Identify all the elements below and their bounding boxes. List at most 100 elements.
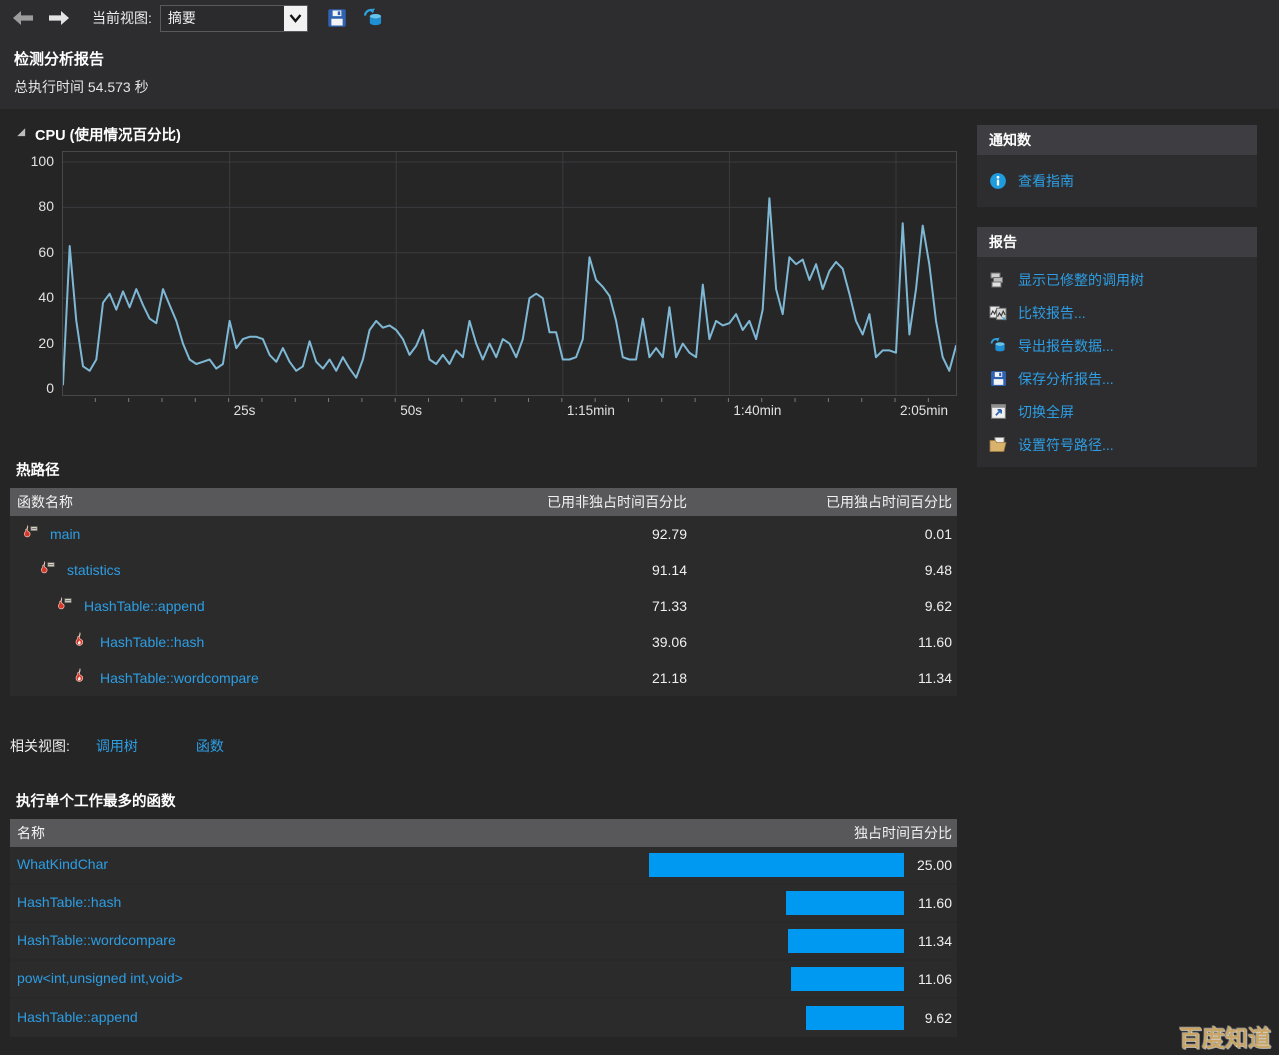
report-action-link[interactable]: 比较报告... bbox=[1018, 303, 1086, 323]
y-axis-tick-label: 100 bbox=[10, 153, 54, 169]
save-icon[interactable] bbox=[324, 5, 350, 31]
y-axis-tick-label: 0 bbox=[10, 380, 54, 396]
inclusive-pct-value: 92.79 bbox=[437, 526, 687, 542]
exclusive-pct-value: 11.60 bbox=[904, 895, 957, 911]
x-axis-tick-label: 25s bbox=[234, 403, 256, 418]
reports-panel: 报告 显示已修整的调用树比较报告...导出报告数据...保存分析报告...切换全… bbox=[977, 227, 1257, 467]
report-action-item[interactable]: 显示已修整的调用树 bbox=[977, 263, 1257, 296]
x-axis-tick-label: 2:05min bbox=[900, 403, 948, 418]
y-axis-tick-label: 80 bbox=[10, 198, 54, 214]
view-select-value: 摘要 bbox=[161, 6, 283, 31]
exclusive-time-bar bbox=[786, 891, 904, 915]
report-action-link[interactable]: 导出报告数据... bbox=[1018, 336, 1114, 356]
top-function-row: HashTable::hash 11.60 bbox=[10, 885, 957, 923]
report-action-link[interactable]: 保存分析报告... bbox=[1018, 369, 1114, 389]
fullscreen-icon bbox=[989, 403, 1007, 421]
y-axis-tick-label: 60 bbox=[10, 244, 54, 260]
function-link[interactable]: HashTable::append bbox=[84, 598, 205, 614]
hot-path-row: HashTable::hash 39.0611.60 bbox=[10, 624, 957, 660]
function-link[interactable]: main bbox=[50, 526, 80, 542]
export-data-icon[interactable] bbox=[360, 5, 386, 31]
chevron-down-icon[interactable] bbox=[283, 6, 307, 31]
function-link[interactable]: HashTable::hash bbox=[100, 634, 204, 650]
inclusive-pct-value: 91.14 bbox=[437, 562, 687, 578]
report-action-item[interactable]: 切换全屏 bbox=[977, 395, 1257, 428]
function-link[interactable]: HashTable::append bbox=[17, 1009, 138, 1025]
export-data-icon bbox=[989, 337, 1007, 355]
trimmed-call-tree-icon bbox=[989, 271, 1007, 289]
function-link[interactable]: statistics bbox=[67, 562, 121, 578]
x-axis-tick-label: 1:40min bbox=[733, 403, 781, 418]
hot-path-table: 函数名称 已用非独占时间百分比 已用独占时间百分比 main 92.790.01 s… bbox=[10, 488, 957, 696]
report-action-item[interactable]: 设置符号路径... bbox=[977, 428, 1257, 461]
related-views-label: 相关视图: bbox=[10, 736, 70, 756]
hot-path-row: HashTable::append 71.339.62 bbox=[10, 588, 957, 624]
exclusive-time-bar bbox=[649, 853, 904, 877]
report-action-item[interactable]: 导出报告数据... bbox=[977, 329, 1257, 362]
top-functions-heading: 执行单个工作最多的函数 bbox=[16, 790, 967, 811]
hot-path-row: HashTable::wordcompare21.1811.34 bbox=[10, 660, 957, 696]
function-link[interactable]: HashTable::wordcompare bbox=[17, 932, 176, 948]
exclusive-time-bar bbox=[806, 1006, 904, 1030]
hot-path-table-header: 函数名称 已用非独占时间百分比 已用独占时间百分比 bbox=[10, 488, 957, 516]
col-function-name[interactable]: 函数名称 bbox=[10, 492, 437, 512]
notification-link[interactable]: 查看指南 bbox=[1018, 171, 1074, 191]
exclusive-pct-value: 0.01 bbox=[687, 526, 957, 542]
col-exclusive-pct[interactable]: 已用独占时间百分比 bbox=[687, 492, 957, 512]
exclusive-pct-value: 11.60 bbox=[687, 634, 957, 650]
compare-reports-icon bbox=[989, 304, 1007, 322]
collapse-triangle-icon[interactable] bbox=[14, 125, 27, 143]
sidebar: 通知数 查看指南 报告 显示已修整的调用树比较报告...导出报告数据...保存分… bbox=[977, 109, 1257, 1037]
col-name[interactable]: 名称 bbox=[10, 823, 639, 843]
function-link[interactable]: WhatKindChar bbox=[17, 856, 108, 872]
exclusive-pct-value: 11.34 bbox=[687, 670, 957, 686]
symbol-path-icon bbox=[989, 436, 1007, 454]
cpu-chart-plot[interactable] bbox=[62, 151, 957, 396]
exclusive-pct-value: 9.48 bbox=[687, 562, 957, 578]
exclusive-pct-value: 25.00 bbox=[904, 857, 957, 873]
inclusive-pct-value: 39.06 bbox=[437, 634, 687, 650]
info-icon bbox=[989, 172, 1007, 190]
call-tree-link[interactable]: 调用树 bbox=[96, 736, 138, 756]
report-action-link[interactable]: 显示已修整的调用树 bbox=[1018, 270, 1144, 290]
report-action-item[interactable]: 比较报告... bbox=[977, 296, 1257, 329]
total-time-text: 总执行时间 54.573 秒 bbox=[14, 77, 1265, 97]
exclusive-pct-value: 9.62 bbox=[687, 598, 957, 614]
hot-path-row: statistics 91.149.48 bbox=[10, 552, 957, 588]
col-inclusive-pct[interactable]: 已用非独占时间百分比 bbox=[437, 492, 687, 512]
y-axis-tick-label: 40 bbox=[10, 289, 54, 305]
top-functions-table: 名称 独占时间百分比 WhatKindChar 25.00HashTable::h… bbox=[10, 819, 957, 1037]
top-functions-table-header: 名称 独占时间百分比 bbox=[10, 819, 957, 847]
cpu-chart-title: CPU (使用情况百分比) bbox=[35, 124, 181, 145]
top-function-row: pow<int,unsigned int,void> 11.06 bbox=[10, 961, 957, 999]
toolbar: 当前视图: 摘要 bbox=[0, 0, 1279, 36]
flame-icon bbox=[72, 632, 88, 653]
exclusive-pct-value: 11.06 bbox=[904, 971, 957, 987]
exclusive-pct-value: 11.34 bbox=[904, 933, 957, 949]
x-axis-tick-label: 50s bbox=[400, 403, 422, 418]
report-action-link[interactable]: 设置符号路径... bbox=[1018, 435, 1114, 455]
functions-link[interactable]: 函数 bbox=[196, 736, 224, 756]
report-header: 检测分析报告 总执行时间 54.573 秒 bbox=[0, 36, 1279, 109]
related-views: 相关视图: 调用树 函数 bbox=[10, 736, 967, 756]
watermark: 百度知道 bbox=[1179, 1019, 1271, 1053]
function-link[interactable]: HashTable::wordcompare bbox=[100, 670, 259, 686]
col-exclusive-time-pct[interactable]: 独占时间百分比 bbox=[639, 823, 957, 843]
notification-item[interactable]: 查看指南 bbox=[977, 161, 1257, 201]
save-report-icon bbox=[989, 370, 1007, 388]
hot-path-flame-icon bbox=[21, 524, 38, 545]
report-main: CPU (使用情况百分比) 100806040200 25s50s1:15min… bbox=[0, 109, 967, 1037]
exclusive-pct-value: 9.62 bbox=[904, 1010, 957, 1026]
hot-path-flame-icon bbox=[38, 560, 55, 581]
report-action-item[interactable]: 保存分析报告... bbox=[977, 362, 1257, 395]
top-function-row: WhatKindChar 25.00 bbox=[10, 847, 957, 885]
report-action-link[interactable]: 切换全屏 bbox=[1018, 402, 1074, 422]
function-link[interactable]: HashTable::hash bbox=[17, 894, 121, 910]
x-axis-tick-label: 1:15min bbox=[567, 403, 615, 418]
forward-arrow-icon[interactable] bbox=[46, 5, 72, 31]
back-arrow-icon[interactable] bbox=[10, 5, 36, 31]
view-select[interactable]: 摘要 bbox=[160, 5, 308, 32]
inclusive-pct-value: 71.33 bbox=[437, 598, 687, 614]
function-link[interactable]: pow<int,unsigned int,void> bbox=[17, 970, 183, 986]
notifications-panel: 通知数 查看指南 bbox=[977, 125, 1257, 207]
